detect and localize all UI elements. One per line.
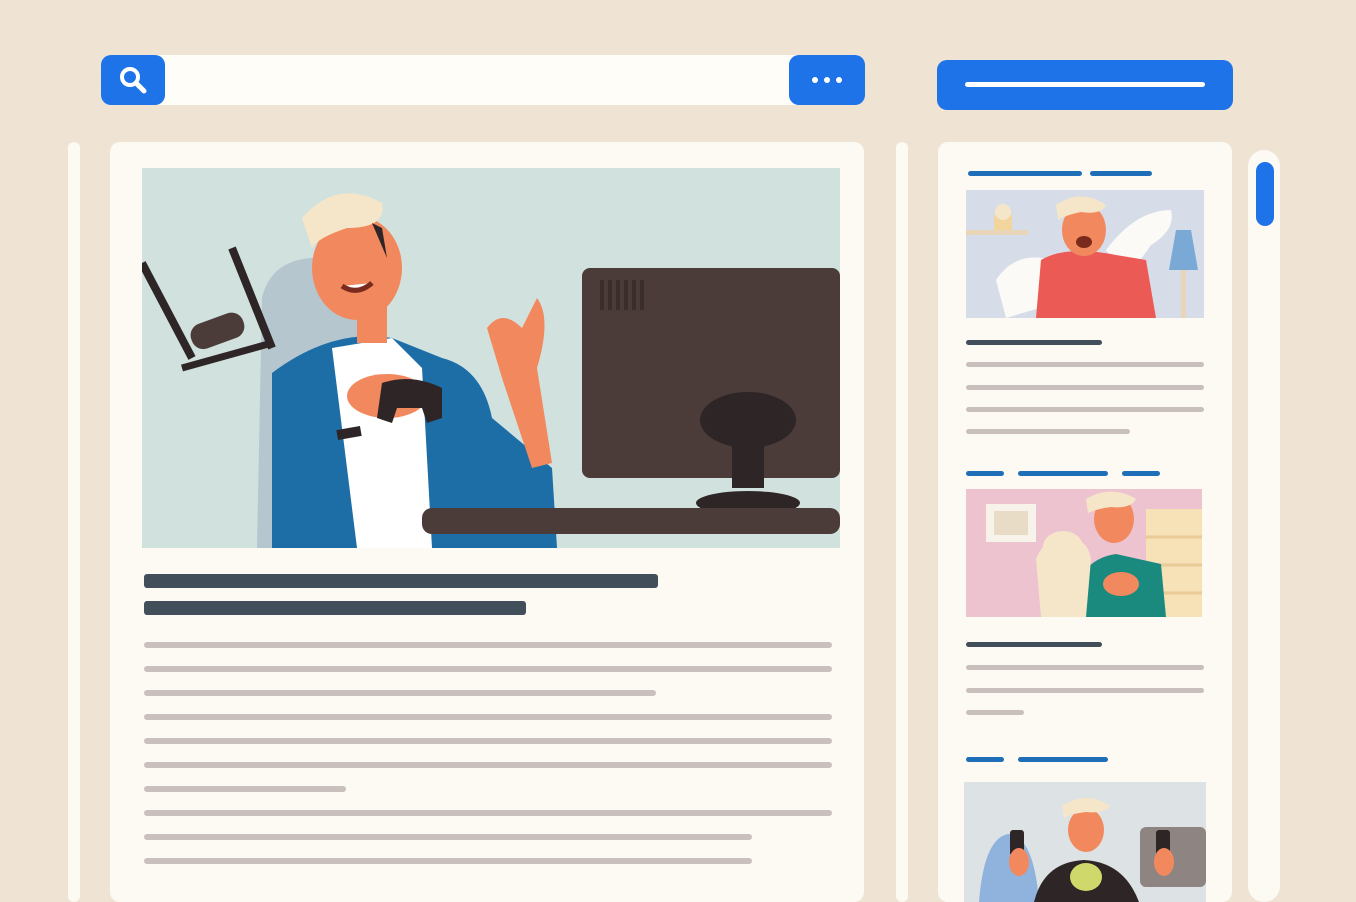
body-line: [144, 762, 832, 768]
left-rail: [68, 142, 80, 902]
headline-line-1: [144, 574, 658, 588]
body-line: [144, 834, 752, 840]
card-text-line: [966, 710, 1024, 715]
card-image[interactable]: [966, 190, 1204, 318]
search-icon: [120, 67, 147, 94]
man-with-controllers-illustration: [964, 782, 1206, 902]
card-image[interactable]: [966, 489, 1202, 617]
card-tag[interactable]: [1018, 471, 1108, 476]
headline-line-2: [144, 601, 526, 615]
more-horizontal-icon: [809, 77, 845, 83]
card-title[interactable]: [966, 642, 1102, 647]
middle-rail: [896, 142, 908, 902]
card-text-line: [966, 407, 1204, 412]
search-button[interactable]: [101, 55, 165, 105]
scrollbar-track[interactable]: [1248, 150, 1280, 902]
body-line: [144, 666, 832, 672]
card-tag[interactable]: [1122, 471, 1160, 476]
more-options-button[interactable]: [789, 55, 865, 105]
search-input[interactable]: [175, 62, 779, 100]
hero-image[interactable]: [142, 168, 840, 548]
body-line: [144, 690, 656, 696]
card-text-line: [966, 665, 1204, 670]
card-title[interactable]: [966, 340, 1102, 345]
card-text-line: [966, 362, 1204, 367]
sidebar-header-button[interactable]: [937, 60, 1233, 110]
card-tag[interactable]: [966, 757, 1004, 762]
card-tag[interactable]: [968, 171, 1082, 176]
man-holding-cat-illustration: [966, 489, 1202, 617]
scroll-thumb[interactable]: [1256, 162, 1274, 226]
main-article: [110, 142, 864, 902]
body-line: [144, 714, 832, 720]
body-line: [144, 642, 832, 648]
body-line: [144, 738, 832, 744]
card-text-line: [966, 688, 1204, 693]
body-line: [144, 786, 346, 792]
card-tag[interactable]: [966, 471, 1004, 476]
body-line: [144, 858, 752, 864]
button-label-placeholder: [965, 82, 1205, 87]
card-text-line: [966, 385, 1204, 390]
card-image[interactable]: [964, 782, 1206, 902]
card-tag[interactable]: [1018, 757, 1108, 762]
hero-illustration: [142, 168, 840, 548]
body-line: [144, 810, 832, 816]
man-celebrating-illustration: [966, 190, 1204, 318]
card-text-line: [966, 429, 1130, 434]
sidebar-feed: [938, 142, 1232, 902]
card-tag[interactable]: [1090, 171, 1152, 176]
